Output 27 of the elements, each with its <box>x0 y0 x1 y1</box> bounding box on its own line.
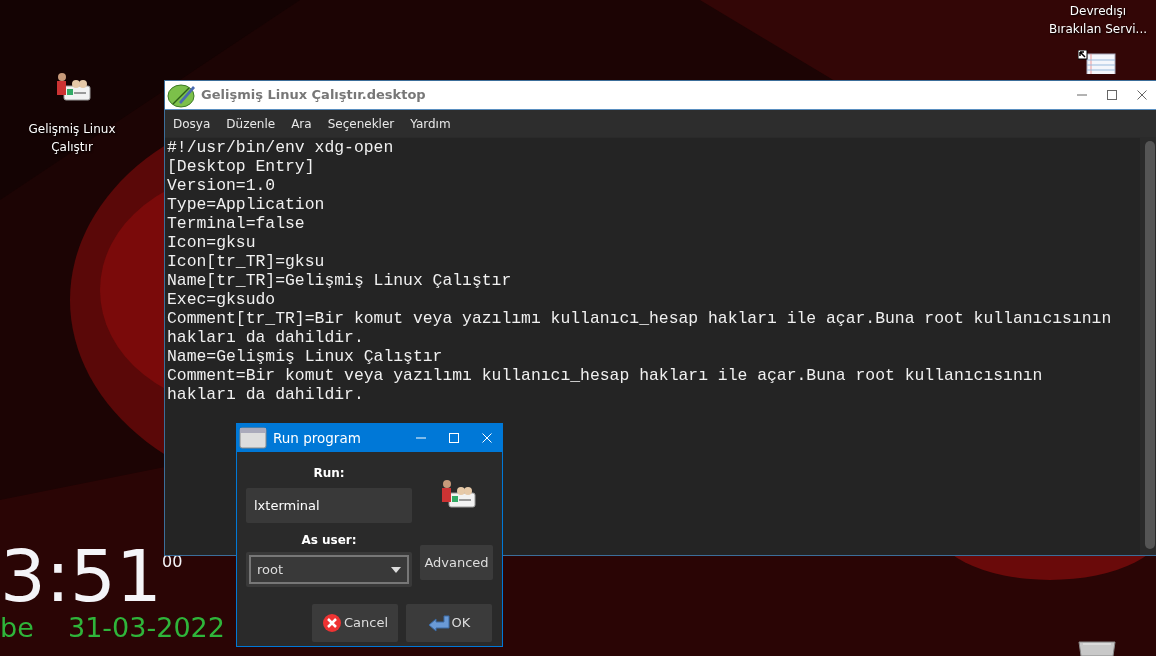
ok-button[interactable]: OK <box>406 604 492 642</box>
scrollbar[interactable] <box>1145 141 1155 549</box>
close-icon[interactable] <box>1136 89 1148 101</box>
trash-icon[interactable] <box>1078 640 1116 656</box>
maximize-icon[interactable] <box>1106 89 1118 101</box>
return-arrow-icon <box>427 614 450 632</box>
icon-label[interactable]: Devredışı Bırakılan Servi... <box>1044 2 1152 38</box>
file-text: #!/usr/bin/env xdg-open [Desktop Entry] Version=1.0 Type=Application Terminal=false Icon=gksu Icon[tr_TR]=gksu Name[tr_TR]=Gelişmiş Linux Çalıştır Exec=gksudo Comment[tr_TR]=Bir komut veya yazılımı kullanıcı_hesap hakları ile açar.Buna root kullanıcısının hakları da dahildir. Name=Gelişmiş Linux Çalıştır Comment=Bir komut veya yazılımı kullanıcı_hesap hakları ile açar.Buna root kullanıcısının hakları da dahildir. <box>166 138 1113 404</box>
menu-item[interactable]: Dosya <box>173 114 211 133</box>
run-label: Run: <box>313 465 345 482</box>
cancel-icon <box>321 613 342 633</box>
document-icon[interactable] <box>1078 50 1118 74</box>
cancel-button[interactable]: Cancel <box>312 604 398 642</box>
menu-item[interactable]: Ara <box>291 114 312 133</box>
menu-item[interactable]: Seçenekler <box>327 114 395 133</box>
caret-icon <box>391 566 401 573</box>
window-title: Run program <box>273 428 362 448</box>
leaf-pencil-icon <box>167 82 195 108</box>
window-icon <box>239 427 267 449</box>
advanced-button[interactable]: Advanced <box>420 545 493 580</box>
menu-item[interactable]: Düzenle <box>226 114 276 133</box>
menu-item[interactable]: Yardım <box>410 114 451 133</box>
window-title: Gelişmiş Linux Çalıştır.desktop <box>201 86 427 105</box>
user-label: As user: <box>301 532 357 549</box>
command-field[interactable]: lxterminal <box>246 488 412 523</box>
user-dropdown[interactable]: root <box>246 552 412 587</box>
icon-label[interactable]: Gelişmiş Linux Çalıştır <box>22 120 122 156</box>
